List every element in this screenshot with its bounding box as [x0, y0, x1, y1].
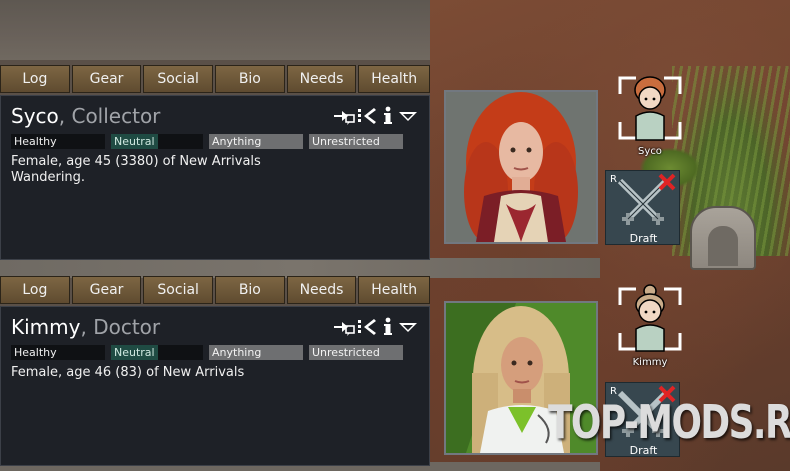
area-restriction-selector[interactable]: Unrestricted — [309, 134, 403, 149]
rename-icon[interactable] — [333, 106, 355, 126]
draft-button-syco[interactable]: R Draft — [605, 170, 680, 245]
card-icons — [333, 106, 419, 126]
colonist-name-line: Syco, Collector — [11, 104, 161, 128]
info-icon[interactable] — [381, 317, 395, 337]
info-icon[interactable] — [381, 106, 395, 126]
tab-needs[interactable]: Needs — [286, 276, 357, 304]
colonist-bio-line: Female, age 45 (3380) of New Arrivals — [11, 154, 261, 169]
colonist-name[interactable]: Kimmy — [11, 315, 80, 339]
colonist-card: Syco, Collector Healthy Neutral Anything… — [0, 95, 430, 260]
cancel-x-icon — [658, 173, 676, 191]
tab-log[interactable]: Log — [0, 276, 70, 304]
banish-icon[interactable] — [357, 317, 379, 337]
faction-relation[interactable]: Neutral — [111, 134, 203, 149]
colonist-token-syco[interactable]: Syco — [614, 72, 686, 157]
colonist-description: Female, age 45 (3380) of New Arrivals Wa… — [11, 154, 261, 186]
banish-icon[interactable] — [357, 106, 379, 126]
watermark: TOP-MODS.RU — [548, 395, 790, 449]
tab-gear[interactable]: Gear — [71, 276, 142, 304]
tab-bio[interactable]: Bio — [215, 65, 285, 93]
draft-label: Draft — [629, 232, 658, 245]
food-restriction-selector[interactable]: Anything — [209, 134, 303, 149]
floor-strip — [0, 258, 600, 278]
token-label: Syco — [638, 146, 662, 157]
faction-relation[interactable]: Neutral — [111, 345, 203, 360]
tab-log[interactable]: Log — [0, 65, 70, 93]
colonist-name[interactable]: Syco — [11, 104, 59, 128]
food-restriction-selector[interactable]: Anything — [209, 345, 303, 360]
colonist-description: Female, age 46 (83) of New Arrivals — [11, 365, 244, 381]
tab-health[interactable]: Health — [358, 276, 431, 304]
colonist-activity-line: Wandering. — [11, 170, 86, 185]
card-icons — [333, 317, 419, 337]
dropdown-icon[interactable] — [397, 317, 419, 337]
inspect-tabs: Log Gear Social Bio Needs Health — [0, 65, 431, 93]
token-label: Kimmy — [632, 357, 668, 368]
tab-gear[interactable]: Gear — [71, 65, 142, 93]
colonist-name-line: Kimmy, Doctor — [11, 315, 161, 339]
pawn-icon — [618, 76, 682, 141]
rename-icon[interactable] — [333, 317, 355, 337]
colonist-card: Kimmy, Doctor Healthy Neutral Anything U… — [0, 306, 430, 466]
inspect-tabs: Log Gear Social Bio Needs Health — [0, 276, 431, 304]
tab-bio[interactable]: Bio — [215, 276, 285, 304]
colonist-role: Doctor — [93, 315, 161, 339]
tab-social[interactable]: Social — [143, 65, 214, 93]
mood-status[interactable]: Healthy — [11, 134, 105, 149]
colonist-token-kimmy[interactable]: Kimmy — [614, 283, 686, 368]
mood-status[interactable]: Healthy — [11, 345, 105, 360]
tab-needs[interactable]: Needs — [286, 65, 357, 93]
pawn-icon — [618, 284, 682, 352]
tab-social[interactable]: Social — [143, 276, 214, 304]
grave-stone[interactable] — [690, 206, 756, 270]
colonist-bio-line: Female, age 46 (83) of New Arrivals — [11, 365, 245, 380]
area-restriction-selector[interactable]: Unrestricted — [309, 345, 403, 360]
portrait-syco[interactable] — [444, 90, 598, 244]
tab-health[interactable]: Health — [358, 65, 431, 93]
portrait-image — [446, 92, 596, 242]
dropdown-icon[interactable] — [397, 106, 419, 126]
colonist-role: Collector — [71, 104, 161, 128]
